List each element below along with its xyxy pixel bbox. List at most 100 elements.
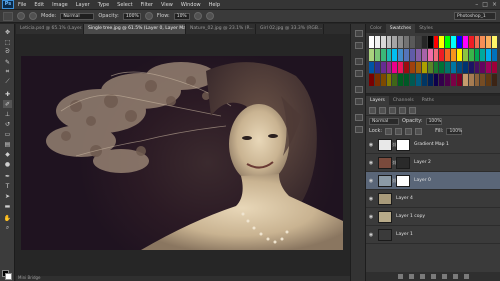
layer-thumbnail[interactable] — [378, 192, 392, 205]
color-swatch[interactable] — [421, 48, 427, 61]
color-swatch[interactable] — [398, 61, 404, 74]
color-swatch[interactable] — [492, 74, 497, 86]
color-swatch[interactable] — [456, 36, 462, 48]
info-panel-icon[interactable] — [355, 58, 363, 65]
color-swatch[interactable] — [398, 74, 404, 86]
color-swatch[interactable] — [380, 36, 386, 48]
color-swatch[interactable] — [468, 48, 474, 61]
color-swatch[interactable] — [392, 48, 398, 61]
color-swatch[interactable] — [486, 74, 492, 86]
tab-channels[interactable]: Channels — [389, 96, 418, 105]
workspace-select[interactable]: Photoshop_1 — [454, 12, 496, 20]
color-swatch[interactable] — [427, 36, 433, 48]
background-color-swatch[interactable] — [5, 273, 12, 280]
adjustment-layer-icon[interactable] — [430, 274, 436, 279]
menu-window[interactable]: Window — [177, 2, 205, 8]
menu-help[interactable]: Help — [205, 2, 224, 8]
brush-panel-icon[interactable] — [29, 12, 37, 20]
brush-size-icon[interactable] — [17, 12, 25, 20]
tab-color[interactable]: Color — [366, 24, 386, 33]
color-swatch[interactable] — [410, 48, 415, 61]
layer-thumbnail[interactable] — [378, 138, 392, 151]
lock-transparent-icon[interactable] — [385, 127, 393, 135]
history-panel-icon[interactable] — [355, 30, 363, 37]
color-swatch[interactable] — [439, 36, 445, 48]
color-swatch[interactable] — [369, 61, 374, 74]
tab-swatches[interactable]: Swatches — [385, 24, 416, 33]
color-swatch[interactable] — [404, 74, 410, 86]
mode-select[interactable]: Normal — [60, 12, 95, 20]
color-swatch[interactable] — [421, 74, 427, 86]
color-swatch[interactable] — [369, 74, 374, 86]
color-swatch[interactable] — [386, 61, 392, 74]
filter-adjustment-icon[interactable] — [389, 106, 396, 114]
color-swatch[interactable] — [439, 74, 445, 86]
color-swatch[interactable] — [380, 48, 386, 61]
lock-position-icon[interactable] — [405, 127, 413, 135]
document-image[interactable] — [21, 56, 343, 250]
visibility-eye-icon[interactable]: ◉ — [366, 232, 376, 238]
color-swatch[interactable] — [386, 74, 392, 86]
visibility-eye-icon[interactable]: ◉ — [366, 160, 376, 166]
layer-mask-thumbnail[interactable] — [396, 174, 410, 187]
color-swatch[interactable] — [439, 48, 445, 61]
color-swatch[interactable] — [486, 48, 492, 61]
color-swatch[interactable] — [480, 61, 486, 74]
menu-image[interactable]: Image — [48, 2, 72, 8]
menu-file[interactable]: File — [14, 2, 30, 8]
color-swatch[interactable] — [456, 74, 462, 86]
color-swatch[interactable] — [410, 36, 415, 48]
color-swatch[interactable] — [415, 48, 421, 61]
color-swatch[interactable] — [398, 36, 404, 48]
layer-thumbnail[interactable] — [378, 210, 392, 223]
properties-panel-icon[interactable] — [355, 70, 363, 77]
eraser-tool-icon[interactable]: ▭ — [3, 130, 12, 138]
tab-layers[interactable]: Layers — [366, 96, 389, 105]
layer-row[interactable]: ◉ Layer 1 copy — [366, 208, 500, 226]
doc-tab-leticia[interactable]: Leticia.psd @ 65.1% (Layer... — [16, 24, 84, 34]
color-swatch[interactable] — [369, 48, 374, 61]
document-canvas-area[interactable] — [16, 34, 350, 276]
layer-thumbnail[interactable] — [378, 174, 392, 187]
color-swatch[interactable] — [462, 48, 468, 61]
color-swatch[interactable] — [427, 74, 433, 86]
marquee-tool-icon[interactable]: ⬚ — [3, 38, 12, 46]
menu-layer[interactable]: Layer — [72, 2, 94, 8]
color-swatch[interactable] — [410, 61, 415, 74]
color-swatch[interactable] — [380, 61, 386, 74]
layer-row[interactable]: ◉ ⛓ Layer 0 — [366, 172, 500, 190]
color-swatch[interactable] — [380, 74, 386, 86]
color-swatch[interactable] — [462, 74, 468, 86]
new-group-icon[interactable] — [441, 274, 447, 279]
color-swatch[interactable] — [468, 74, 474, 86]
move-tool-icon[interactable]: ✥ — [3, 28, 12, 36]
color-swatch[interactable] — [468, 61, 474, 74]
color-swatch[interactable] — [492, 36, 497, 48]
color-swatch[interactable] — [374, 61, 380, 74]
color-swatch[interactable] — [433, 48, 439, 61]
color-swatch[interactable] — [404, 48, 410, 61]
fx-icon[interactable] — [408, 274, 414, 279]
color-swatch[interactable] — [456, 48, 462, 61]
color-swatch[interactable] — [474, 74, 480, 86]
color-swatch[interactable] — [386, 48, 392, 61]
color-swatch[interactable] — [386, 36, 392, 48]
shape-tool-icon[interactable]: ▬ — [3, 202, 12, 210]
clone-source-panel-icon[interactable] — [355, 98, 363, 105]
layer-row[interactable]: ◉ Layer 1 — [366, 226, 500, 244]
blend-mode-select[interactable]: Normal — [369, 117, 399, 125]
color-swatch[interactable] — [433, 74, 439, 86]
layer-row[interactable]: ◉ ⛓ Gradient Map 1 — [366, 136, 500, 154]
pressure-size-icon[interactable] — [205, 12, 214, 20]
color-swatch[interactable] — [451, 48, 456, 61]
color-swatch[interactable] — [480, 36, 486, 48]
tab-paths[interactable]: Paths — [418, 96, 438, 105]
history-brush-tool-icon[interactable]: ↺ — [3, 120, 12, 128]
lasso-tool-icon[interactable]: ᘐ — [3, 48, 12, 56]
filter-kind-icon[interactable] — [369, 106, 376, 114]
color-swatch[interactable] — [369, 36, 374, 48]
dodge-tool-icon[interactable]: ● — [3, 160, 12, 168]
color-swatch[interactable] — [427, 48, 433, 61]
menu-edit[interactable]: Edit — [30, 2, 48, 8]
filter-shape-icon[interactable] — [409, 106, 416, 114]
